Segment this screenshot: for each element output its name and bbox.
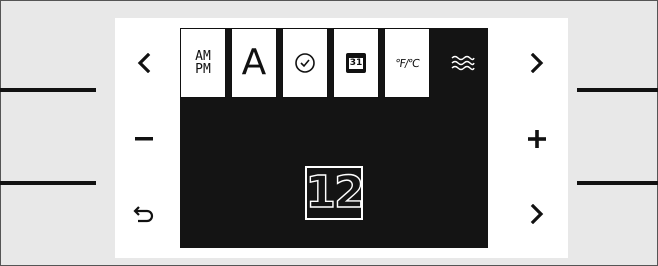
calendar-day-label: 31	[348, 57, 364, 69]
back-icon	[133, 206, 154, 223]
tab-clock[interactable]	[282, 28, 328, 98]
calendar-icon: 31	[346, 53, 366, 73]
right-upper-guide-line	[577, 88, 658, 92]
increase-button[interactable]	[520, 122, 554, 156]
chevron-left-icon	[137, 53, 151, 73]
chevron-right-icon	[530, 204, 544, 224]
back-button[interactable]	[127, 197, 161, 231]
chevron-right-icon	[530, 53, 544, 73]
tab-ampm-bottom-label: PM	[195, 62, 211, 77]
am-pm-icon: AM PM	[195, 50, 211, 76]
tab-font[interactable]: A	[231, 28, 277, 98]
next-tab-button[interactable]	[520, 46, 554, 80]
temperature-unit-icon: °F/°C	[394, 56, 420, 70]
clock-icon	[295, 53, 315, 73]
tab-units[interactable]: °F/°C	[384, 28, 430, 98]
tab-calendar[interactable]: 31	[333, 28, 379, 98]
minus-icon	[135, 137, 153, 141]
left-upper-guide-line	[0, 88, 96, 92]
confirm-next-button[interactable]	[520, 197, 554, 231]
right-lower-guide-line	[577, 181, 658, 185]
left-lower-guide-line	[0, 181, 96, 185]
display-panel: AM PM A 31 °F/°C 12	[115, 18, 568, 258]
decrease-button[interactable]	[127, 122, 161, 156]
previous-tab-button[interactable]	[127, 46, 161, 80]
lcd-screen: AM PM A 31 °F/°C 12	[180, 28, 488, 248]
tab-water[interactable]	[440, 28, 486, 98]
letter-a-icon: A	[241, 42, 267, 83]
tab-ampm[interactable]: AM PM	[180, 28, 226, 98]
value-readout: 12	[305, 167, 366, 218]
water-waves-icon	[451, 55, 475, 71]
value-display: 12	[305, 166, 366, 220]
plus-icon	[528, 130, 546, 148]
